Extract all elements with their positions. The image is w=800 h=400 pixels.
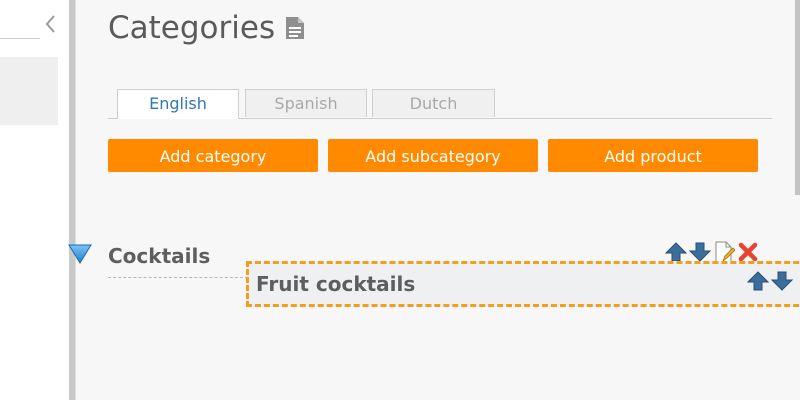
move-down-icon[interactable] [770,270,794,292]
edit-icon[interactable] [713,241,736,263]
expand-toggle-triangle-icon[interactable] [68,243,92,265]
page-title-text: Categories [108,10,276,46]
category-underline [108,277,248,278]
category-actions [664,241,759,263]
category-name[interactable]: Cocktails [108,244,210,268]
panel-splitter[interactable] [69,0,76,400]
collapse-panel-chevron-left-icon[interactable] [42,12,60,36]
subcategory-actions [746,270,794,292]
subcategory-name: Fruit cocktails [256,272,416,296]
dragging-subcategory[interactable]: Fruit cocktails [246,261,800,307]
tab-spanish[interactable]: Spanish [245,89,367,117]
left-panel [0,0,70,400]
move-up-icon[interactable] [746,270,770,292]
tab-dutch[interactable]: Dutch [372,89,495,117]
left-panel-selected-item[interactable] [0,57,58,125]
tab-english[interactable]: English [117,89,239,119]
delete-icon[interactable] [737,241,759,263]
add-product-button[interactable]: Add product [548,139,758,172]
add-category-button[interactable]: Add category [108,139,318,172]
move-up-icon[interactable] [664,241,688,263]
page-title: Categories [108,8,305,48]
add-subcategory-button[interactable]: Add subcategory [328,139,538,172]
left-panel-divider [0,38,40,39]
move-down-icon[interactable] [688,241,712,263]
scrollbar[interactable] [795,0,800,195]
document-icon [285,12,305,48]
